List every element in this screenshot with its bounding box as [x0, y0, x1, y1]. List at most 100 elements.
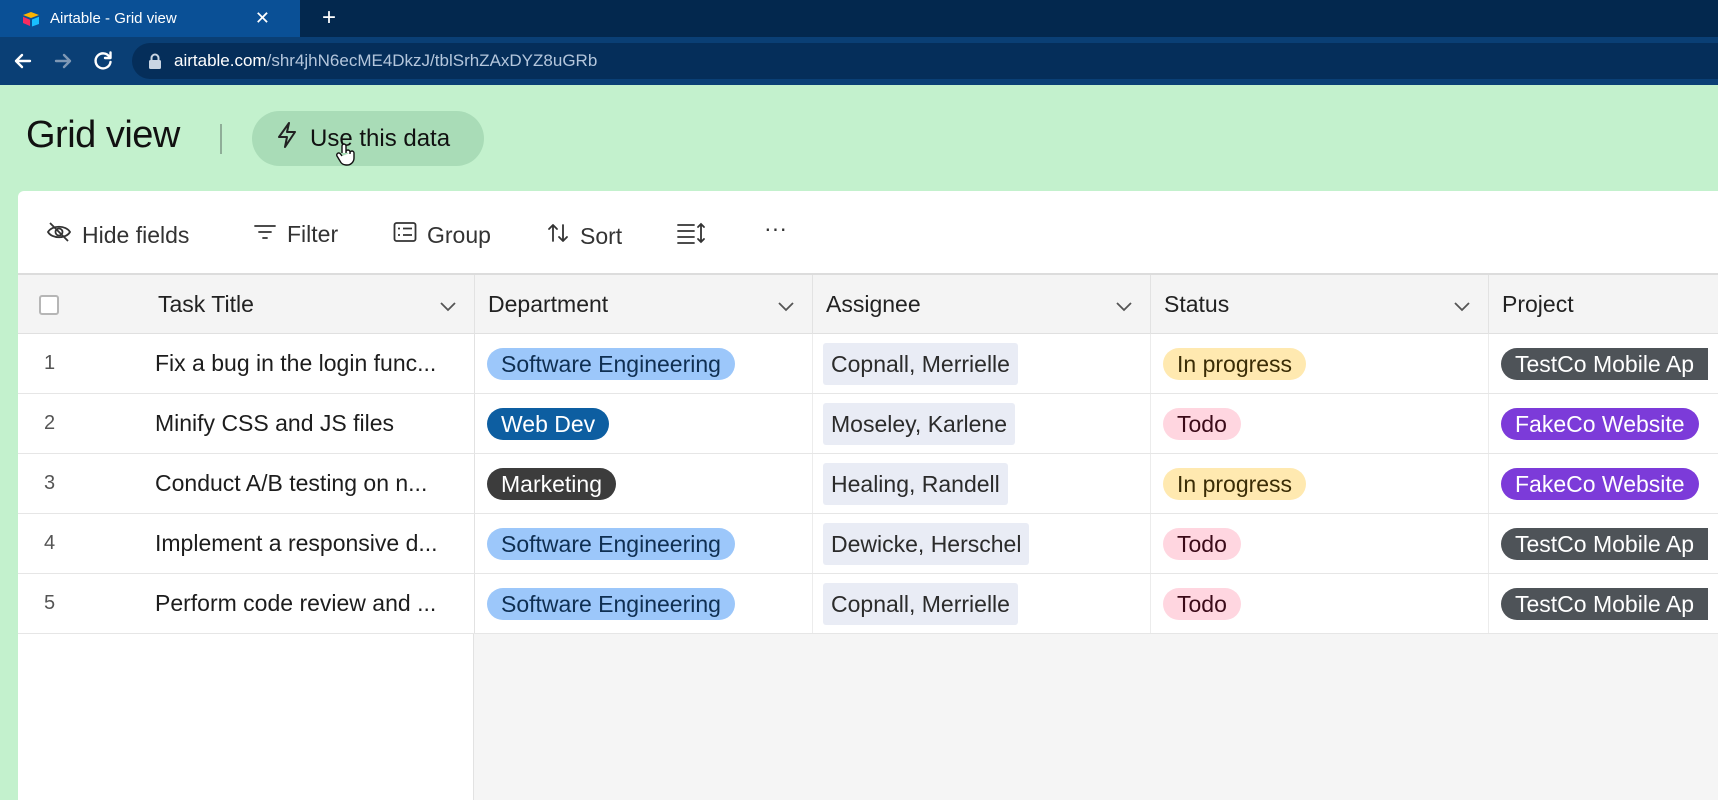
status-cell[interactable]: Todo — [1151, 514, 1489, 573]
assignee-cell[interactable]: Copnall, Merrielle — [813, 334, 1151, 393]
view-toolbar: Hide fields Filter Group Sort ··· — [18, 191, 1718, 273]
browser-nav-bar: airtable.com/shr4jhN6ecME4DkzJ/tblSrhZAx… — [0, 37, 1718, 85]
assignee-chip: Dewicke, Herschel — [823, 522, 1030, 565]
department-cell[interactable]: Software Engineering — [475, 574, 813, 633]
chevron-down-icon[interactable] — [1114, 295, 1134, 322]
row-number: 4 — [44, 532, 56, 554]
title-divider — [220, 124, 222, 154]
row-number: 2 — [44, 412, 56, 434]
filter-label: Filter — [287, 221, 339, 247]
assignee-cell[interactable]: Healing, Randell — [813, 454, 1151, 513]
status-cell[interactable]: Todo — [1151, 574, 1489, 633]
page-title: Grid view — [26, 114, 180, 156]
hide-fields-label: Hide fields — [82, 221, 190, 248]
column-header-task-title[interactable]: Task Title — [18, 275, 475, 334]
browser-tab[interactable]: Airtable - Grid view ✕ — [0, 0, 300, 37]
task-title-cell[interactable]: 4 Implement a responsive d... — [18, 514, 475, 573]
grid-header-row: Task Title Department Assignee Status Pr… — [18, 275, 1718, 334]
project-tag: TestCo Mobile Ap — [1501, 527, 1708, 560]
back-arrow-icon[interactable] — [10, 48, 36, 74]
task-title: Minify CSS and JS files — [155, 410, 395, 436]
use-this-data-label: Use this data — [310, 124, 451, 152]
empty-grid-area-left — [18, 634, 474, 800]
department-tag: Marketing — [487, 467, 616, 500]
select-all-checkbox[interactable] — [39, 295, 59, 315]
close-tab-icon[interactable]: ✕ — [255, 9, 270, 27]
status-tag: Todo — [1163, 527, 1241, 560]
table-row[interactable]: 1 Fix a bug in the login func... Softwar… — [18, 334, 1718, 394]
column-header-department[interactable]: Department — [475, 275, 813, 334]
column-label-status: Status — [1164, 291, 1230, 317]
table-row[interactable]: 2 Minify CSS and JS files Web Dev Mosele… — [18, 394, 1718, 454]
url-path: /shr4jhN6ecME4DkzJ/tblSrhZAxDYZ8uGRb — [266, 51, 598, 70]
status-tag: In progress — [1163, 347, 1307, 380]
department-tag: Web Dev — [487, 407, 610, 440]
status-cell[interactable]: In progress — [1151, 454, 1489, 513]
group-label: Group — [427, 221, 491, 248]
project-cell[interactable]: TestCo Mobile Ap — [1489, 574, 1718, 633]
status-tag: Todo — [1163, 407, 1241, 440]
lock-icon — [148, 53, 162, 69]
assignee-chip: Moseley, Karlene — [823, 402, 1015, 445]
task-title-cell[interactable]: 1 Fix a bug in the login func... — [18, 334, 475, 393]
column-header-project[interactable]: Project — [1489, 275, 1718, 334]
assignee-cell[interactable]: Dewicke, Herschel — [813, 514, 1151, 573]
department-cell[interactable]: Software Engineering — [475, 334, 813, 393]
sort-button[interactable]: Sort — [546, 221, 622, 251]
column-header-assignee[interactable]: Assignee — [813, 275, 1151, 334]
assignee-chip: Healing, Randell — [823, 462, 1008, 505]
use-this-data-button[interactable]: Use this data — [252, 111, 484, 166]
airtable-logo-icon — [22, 11, 40, 27]
status-tag: In progress — [1163, 467, 1307, 500]
assignee-cell[interactable]: Moseley, Karlene — [813, 394, 1151, 453]
project-tag: TestCo Mobile Ap — [1501, 347, 1708, 380]
table-row[interactable]: 5 Perform code review and ... Software E… — [18, 574, 1718, 634]
chevron-down-icon[interactable] — [776, 295, 796, 322]
chevron-down-icon[interactable] — [438, 295, 458, 322]
filter-icon — [253, 221, 287, 248]
table-row[interactable]: 4 Implement a responsive d... Software E… — [18, 514, 1718, 574]
browser-tab-bar: Airtable - Grid view ✕ + — [0, 0, 1718, 37]
status-cell[interactable]: Todo — [1151, 394, 1489, 453]
row-height-button[interactable] — [676, 221, 716, 251]
filter-button[interactable]: Filter — [253, 221, 338, 248]
new-tab-button[interactable]: + — [322, 6, 336, 30]
department-cell[interactable]: Marketing — [475, 454, 813, 513]
task-title-cell[interactable]: 3 Conduct A/B testing on n... — [18, 454, 475, 513]
project-cell[interactable]: FakeCo Website — [1489, 454, 1718, 513]
project-tag: FakeCo Website — [1501, 407, 1699, 440]
task-title: Conduct A/B testing on n... — [155, 470, 428, 496]
task-title: Implement a responsive d... — [155, 530, 438, 556]
department-tag: Software Engineering — [487, 527, 735, 560]
column-header-status[interactable]: Status — [1151, 275, 1489, 334]
project-cell[interactable]: FakeCo Website — [1489, 394, 1718, 453]
group-button[interactable]: Group — [393, 221, 491, 249]
more-options-button[interactable]: ··· — [764, 215, 787, 242]
chevron-down-icon[interactable] — [1452, 295, 1472, 322]
task-title-cell[interactable]: 2 Minify CSS and JS files — [18, 394, 475, 453]
department-tag: Software Engineering — [487, 587, 735, 620]
address-bar[interactable]: airtable.com/shr4jhN6ecME4DkzJ/tblSrhZAx… — [132, 43, 1718, 79]
project-cell[interactable]: TestCo Mobile Ap — [1489, 514, 1718, 573]
column-label-department: Department — [488, 291, 609, 317]
forward-arrow-icon[interactable] — [50, 48, 76, 74]
assignee-cell[interactable]: Copnall, Merrielle — [813, 574, 1151, 633]
empty-grid-area-right — [474, 634, 1718, 800]
reload-icon[interactable] — [90, 48, 116, 74]
department-tag: Software Engineering — [487, 347, 735, 380]
task-title-cell[interactable]: 5 Perform code review and ... — [18, 574, 475, 633]
project-cell[interactable]: TestCo Mobile Ap — [1489, 334, 1718, 393]
column-label-assignee: Assignee — [826, 291, 921, 317]
lightning-icon — [276, 121, 310, 156]
assignee-chip: Copnall, Merrielle — [823, 582, 1018, 625]
group-icon — [393, 221, 427, 249]
column-label-project: Project — [1502, 291, 1574, 317]
status-cell[interactable]: In progress — [1151, 334, 1489, 393]
eye-off-icon — [46, 221, 82, 249]
url-host: airtable.com — [174, 51, 267, 70]
department-cell[interactable]: Software Engineering — [475, 514, 813, 573]
hide-fields-button[interactable]: Hide fields — [46, 221, 189, 249]
table-row[interactable]: 3 Conduct A/B testing on n... Marketing … — [18, 454, 1718, 514]
project-tag: TestCo Mobile Ap — [1501, 587, 1708, 620]
department-cell[interactable]: Web Dev — [475, 394, 813, 453]
